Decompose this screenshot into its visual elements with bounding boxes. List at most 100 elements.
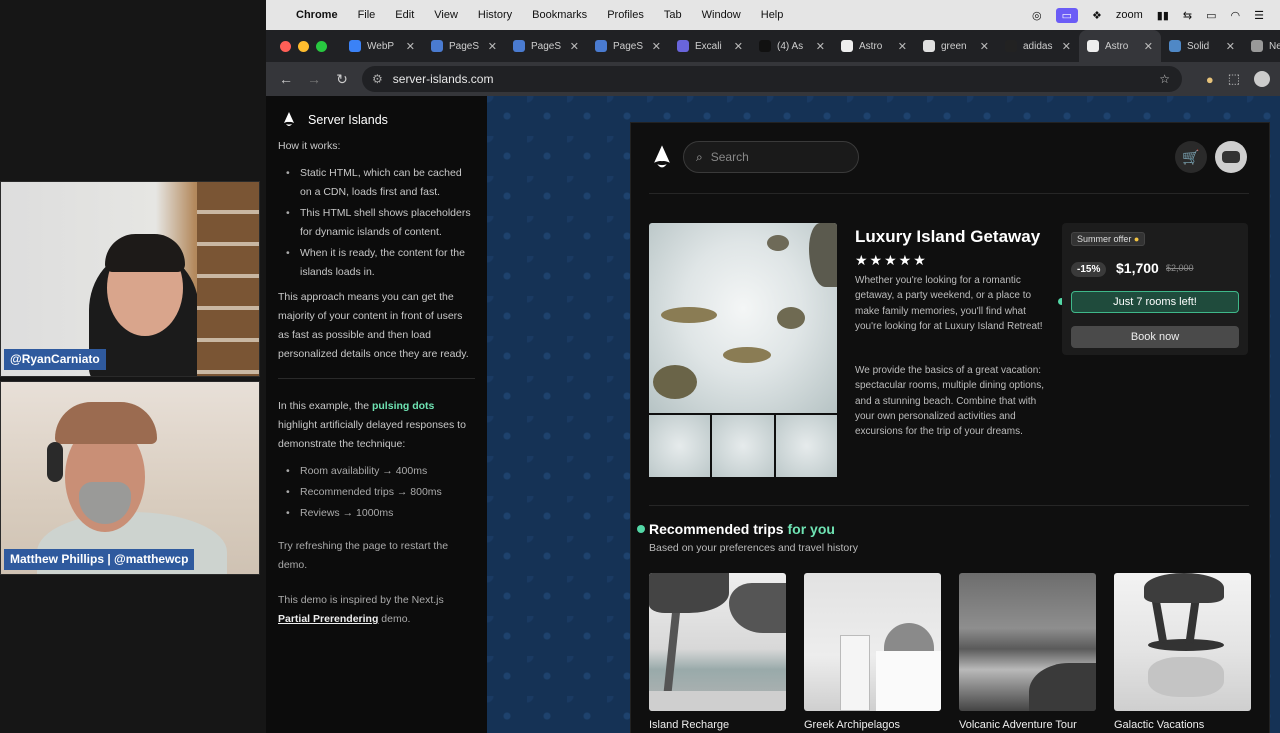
reload-icon[interactable]: ↻: [334, 71, 350, 88]
tab-close-icon[interactable]: ✕: [488, 40, 497, 53]
divider: [278, 378, 475, 379]
back-arrow-icon[interactable]: ←: [278, 71, 294, 87]
list-item: Reviews → 1000ms: [286, 504, 475, 523]
browser-tab[interactable]: (4) As ✕: [751, 30, 833, 62]
book-now-button[interactable]: Book now: [1071, 326, 1239, 348]
site-info-icon[interactable]: ⚙: [372, 72, 383, 86]
product-description: Whether you're looking for a romantic ge…: [855, 275, 1043, 332]
tab-label: WebP: [367, 40, 395, 52]
maximize-window-button[interactable]: [316, 40, 327, 52]
pulsing-dots-highlight: pulsing dots: [371, 400, 435, 412]
tab-favicon-icon: [677, 40, 689, 52]
product-main-image[interactable]: [649, 223, 837, 413]
trip-card[interactable]: Galactic Vacations: [1114, 573, 1251, 731]
tab-close-icon[interactable]: ✕: [406, 40, 415, 53]
avatar[interactable]: [1215, 141, 1247, 173]
profile-avatar-icon[interactable]: [1254, 71, 1270, 87]
search-icon: ⌕: [696, 149, 703, 164]
menu-tab[interactable]: Tab: [664, 9, 682, 21]
browser-tab[interactable]: green ✕: [915, 30, 997, 62]
menu-window[interactable]: Window: [702, 9, 741, 21]
browser-tab[interactable]: adidas ✕: [997, 30, 1079, 62]
video-call-panel: @RyanCarniato Matthew Phillips | @matthe…: [0, 0, 266, 733]
browser-tab[interactable]: Astro ✕: [833, 30, 915, 62]
cart-icon[interactable]: 🛒: [1175, 141, 1207, 173]
browser-tab[interactable]: PageS ✕: [587, 30, 669, 62]
participant-video-1: @RyanCarniato: [0, 181, 260, 377]
status-icon-screen[interactable]: ▭: [1055, 7, 1078, 23]
search-placeholder: Search: [710, 150, 749, 164]
menu-history[interactable]: History: [478, 9, 512, 21]
partial-prerendering-link[interactable]: Partial Prerendering: [278, 613, 378, 625]
browser-tab[interactable]: WebP ✕: [341, 30, 423, 62]
demo-page: ⌕ Search 🛒 Luxury Island Getaway ★★★★★ W…: [487, 96, 1280, 733]
product-thumbnails: [649, 415, 837, 477]
extension-icon[interactable]: ●: [1206, 72, 1214, 87]
browser-tab[interactable]: Astro ✕: [1079, 30, 1161, 62]
product-description: We provide the basics of a great vacatio…: [855, 365, 1044, 438]
recommended-title: Recommended trips for you: [649, 521, 835, 537]
tab-close-icon[interactable]: ✕: [652, 40, 661, 53]
inspired-text: This demo is inspired by the Next.js Par…: [278, 594, 444, 625]
browser-tab[interactable]: Solid ✕: [1161, 30, 1243, 62]
tab-close-icon[interactable]: ✕: [980, 40, 989, 53]
search-input[interactable]: ⌕ Search: [683, 141, 859, 173]
participant-video-2: Matthew Phillips | @matthewcp: [0, 381, 260, 575]
browser-tab[interactable]: Ne✕: [1243, 30, 1280, 62]
tab-close-icon[interactable]: ✕: [1144, 40, 1153, 53]
bookmark-star-icon[interactable]: ☆: [1159, 72, 1170, 86]
tab-close-icon[interactable]: ✕: [1062, 40, 1071, 53]
tab-favicon-icon: [841, 40, 853, 52]
thumbnail-image[interactable]: [712, 415, 774, 477]
zoom-status[interactable]: zoom: [1116, 9, 1143, 21]
list-item: Static HTML, which can be cached on a CD…: [286, 164, 475, 202]
rooms-left-status: Just 7 rooms left!: [1071, 291, 1239, 313]
tab-label: PageS: [531, 40, 562, 52]
status-icon-bubble[interactable]: ❖: [1092, 9, 1102, 22]
control-center-icon[interactable]: ☰: [1254, 9, 1264, 22]
url-field[interactable]: ⚙ server-islands.com ☆: [362, 66, 1182, 92]
audio-bars-icon[interactable]: ▮▮: [1157, 9, 1169, 22]
trip-image: [649, 573, 786, 711]
status-icon-circle[interactable]: ◎: [1032, 9, 1042, 22]
list-item: This HTML shell shows placeholders for d…: [286, 204, 475, 242]
old-price: $2,000: [1166, 263, 1194, 273]
forward-arrow-icon[interactable]: →: [306, 71, 322, 87]
astro-logo-icon[interactable]: [651, 145, 673, 171]
tab-close-icon[interactable]: ✕: [570, 40, 579, 53]
thumbnail-image[interactable]: [649, 415, 711, 477]
tab-favicon-icon: [759, 40, 771, 52]
menu-help[interactable]: Help: [761, 9, 784, 21]
trip-card[interactable]: Greek Archipelagos: [804, 573, 941, 731]
tab-close-icon[interactable]: ✕: [816, 40, 825, 53]
trip-name: Galactic Vacations: [1114, 719, 1205, 731]
address-bar: ← → ↻ ⚙ server-islands.com ☆ ● ⬚: [266, 62, 1280, 96]
tab-close-icon[interactable]: ✕: [1226, 40, 1235, 53]
tab-close-icon[interactable]: ✕: [734, 40, 743, 53]
menu-view[interactable]: View: [434, 9, 458, 21]
menu-app-name[interactable]: Chrome: [296, 9, 338, 21]
minimize-window-button[interactable]: [298, 40, 309, 52]
trip-card[interactable]: Island Recharge: [649, 573, 786, 731]
tab-close-icon[interactable]: ✕: [898, 40, 907, 53]
tab-label: (4) As: [777, 40, 804, 52]
menu-file[interactable]: File: [358, 9, 376, 21]
menu-profiles[interactable]: Profiles: [607, 9, 644, 21]
menu-edit[interactable]: Edit: [395, 9, 414, 21]
menu-bookmarks[interactable]: Bookmarks: [532, 9, 587, 21]
puzzle-icon[interactable]: ⬚: [1228, 71, 1240, 87]
tab-label: Solid: [1187, 40, 1210, 52]
how-it-works-heading: How it works:: [278, 140, 341, 152]
trip-card[interactable]: Volcanic Adventure Tour: [959, 573, 1096, 731]
share-icon[interactable]: ⇆: [1183, 9, 1192, 22]
browser-tab[interactable]: Excali ✕: [669, 30, 751, 62]
browser-tab[interactable]: PageS ✕: [423, 30, 505, 62]
pulsing-dot: [637, 525, 645, 533]
browser-tab[interactable]: PageS ✕: [505, 30, 587, 62]
wifi-icon[interactable]: ◠: [1231, 9, 1241, 22]
tab-favicon-icon: [349, 40, 361, 52]
close-window-button[interactable]: [280, 40, 291, 52]
thumbnail-image[interactable]: [775, 415, 837, 477]
battery-icon[interactable]: ▭: [1206, 9, 1216, 22]
tab-label: PageS: [613, 40, 644, 52]
